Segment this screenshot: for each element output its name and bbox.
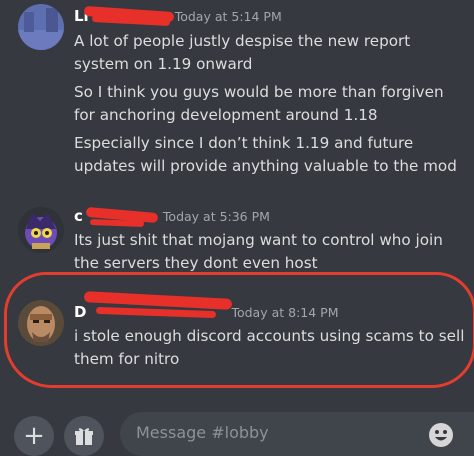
username[interactable]: c <box>74 207 83 225</box>
message-input-placeholder: Message #lobby <box>136 423 269 442</box>
message-line: them for nitro <box>74 350 180 368</box>
avatar-image <box>18 300 64 346</box>
avatar[interactable] <box>18 4 64 50</box>
timestamp: Today at 5:36 PM <box>162 208 270 224</box>
avatar[interactable] <box>18 207 64 253</box>
message-line: updates will provide anything valuable t… <box>74 157 457 175</box>
gift-icon <box>75 428 93 445</box>
gift-button[interactable] <box>64 416 104 456</box>
message-line: Its just shit that mojang want to contro… <box>74 231 443 249</box>
message-line: i stole enough discord accounts using sc… <box>74 327 465 345</box>
message-input[interactable]: Message #lobby <box>120 412 474 456</box>
avatar-image <box>18 207 64 253</box>
message-line: Especially since I don’t think 1.19 and … <box>74 134 414 152</box>
message-line: system on 1.19 onward <box>74 55 253 73</box>
timestamp: Today at 5:14 PM <box>174 8 282 24</box>
message-composer: + Message #lobby <box>0 412 474 456</box>
message-line: A lot of people justly despise the new r… <box>74 32 411 50</box>
username[interactable]: D <box>74 303 86 321</box>
timestamp: Today at 8:14 PM <box>231 304 339 320</box>
emoji-icon <box>429 423 453 447</box>
avatar[interactable] <box>18 300 64 346</box>
message-line: So I think you guys would be more than f… <box>74 83 444 101</box>
emoji-button[interactable] <box>428 422 454 448</box>
message-line: for anchoring development around 1.18 <box>74 106 378 124</box>
avatar-image <box>18 4 64 50</box>
add-attachment-button[interactable]: + <box>14 416 54 456</box>
